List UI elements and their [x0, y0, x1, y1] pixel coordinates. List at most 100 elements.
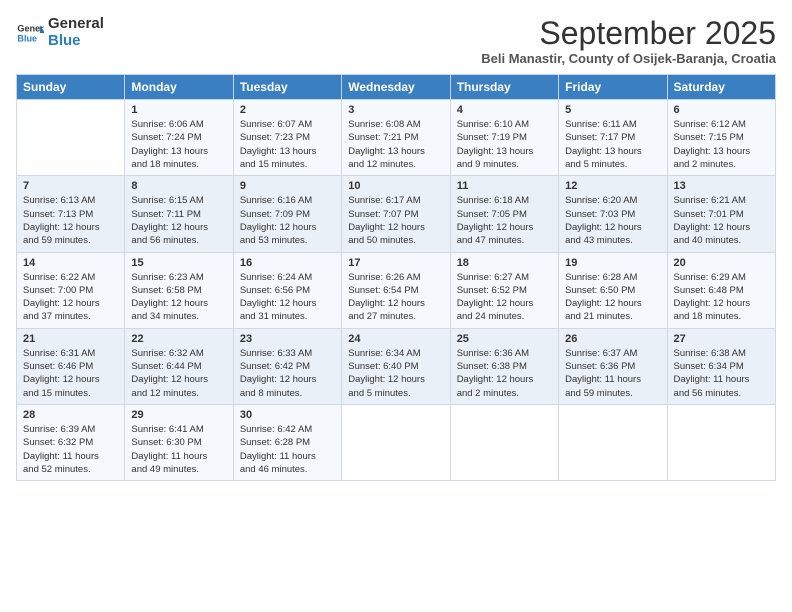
cell-info: Sunrise: 6:31 AMSunset: 6:46 PMDaylight:… [23, 347, 118, 400]
cell-info: Sunrise: 6:21 AMSunset: 7:01 PMDaylight:… [674, 194, 769, 247]
day-number: 7 [23, 180, 118, 192]
header: General Blue General Blue September 2025… [16, 16, 776, 66]
day-header-thursday: Thursday [450, 75, 558, 100]
day-number: 24 [348, 333, 443, 345]
day-number: 19 [565, 257, 660, 269]
day-number: 28 [23, 409, 118, 421]
calendar-week-row: 1Sunrise: 6:06 AMSunset: 7:24 PMDaylight… [17, 100, 776, 176]
day-number: 5 [565, 104, 660, 116]
calendar-cell: 6 Sunrise: 6:12 AMSunset: 7:15 PMDaylight… [667, 100, 775, 176]
logo: General Blue General Blue [16, 16, 104, 49]
day-header-sunday: Sunday [17, 75, 125, 100]
day-number: 27 [674, 333, 769, 345]
day-header-friday: Friday [559, 75, 667, 100]
calendar-cell: 12 Sunrise: 6:20 AMSunset: 7:03 PMDayligh… [559, 176, 667, 252]
day-number: 2 [240, 104, 335, 116]
day-number: 18 [457, 257, 552, 269]
calendar-cell: 23 Sunrise: 6:33 AMSunset: 6:42 PMDayligh… [233, 328, 341, 404]
calendar-cell: 17 Sunrise: 6:26 AMSunset: 6:54 PMDayligh… [342, 252, 450, 328]
cell-info: Sunrise: 6:32 AMSunset: 6:44 PMDaylight:… [131, 347, 226, 400]
logo-icon: General Blue [16, 19, 44, 47]
day-number: 21 [23, 333, 118, 345]
calendar-cell: 5Sunrise: 6:11 AMSunset: 7:17 PMDaylight… [559, 100, 667, 176]
calendar-cell: 13 Sunrise: 6:21 AMSunset: 7:01 PMDayligh… [667, 176, 775, 252]
cell-info: Sunrise: 6:08 AMSunset: 7:21 PMDaylight:… [348, 118, 443, 171]
cell-info: Sunrise: 6:33 AMSunset: 6:42 PMDaylight:… [240, 347, 335, 400]
calendar-cell: 2 Sunrise: 6:07 AMSunset: 7:23 PMDaylight… [233, 100, 341, 176]
logo-blue: Blue [48, 33, 104, 50]
day-number: 22 [131, 333, 226, 345]
day-header-tuesday: Tuesday [233, 75, 341, 100]
calendar-cell [342, 404, 450, 480]
day-number: 6 [674, 104, 769, 116]
calendar-cell [17, 100, 125, 176]
calendar-table: SundayMondayTuesdayWednesdayThursdayFrid… [16, 74, 776, 481]
day-number: 10 [348, 180, 443, 192]
cell-info: Sunrise: 6:10 AMSunset: 7:19 PMDaylight:… [457, 118, 552, 171]
calendar-cell: 25Sunrise: 6:36 AMSunset: 6:38 PMDayligh… [450, 328, 558, 404]
calendar-cell: 3 Sunrise: 6:08 AMSunset: 7:21 PMDaylight… [342, 100, 450, 176]
calendar-cell: 30 Sunrise: 6:42 AMSunset: 6:28 PMDayligh… [233, 404, 341, 480]
day-number: 9 [240, 180, 335, 192]
cell-info: Sunrise: 6:27 AMSunset: 6:52 PMDaylight:… [457, 271, 552, 324]
calendar-week-row: 28 Sunrise: 6:39 AMSunset: 6:32 PMDayligh… [17, 404, 776, 480]
calendar-cell: 29Sunrise: 6:41 AMSunset: 6:30 PMDayligh… [125, 404, 233, 480]
day-number: 13 [674, 180, 769, 192]
cell-info: Sunrise: 6:17 AMSunset: 7:07 PMDaylight:… [348, 194, 443, 247]
day-number: 11 [457, 180, 552, 192]
cell-info: Sunrise: 6:38 AMSunset: 6:34 PMDaylight:… [674, 347, 769, 400]
calendar-cell: 21 Sunrise: 6:31 AMSunset: 6:46 PMDayligh… [17, 328, 125, 404]
cell-info: Sunrise: 6:12 AMSunset: 7:15 PMDaylight:… [674, 118, 769, 171]
calendar-cell: 10 Sunrise: 6:17 AMSunset: 7:07 PMDayligh… [342, 176, 450, 252]
cell-info: Sunrise: 6:39 AMSunset: 6:32 PMDaylight:… [23, 423, 118, 476]
cell-info: Sunrise: 6:37 AMSunset: 6:36 PMDaylight:… [565, 347, 660, 400]
day-number: 17 [348, 257, 443, 269]
calendar-cell: 26 Sunrise: 6:37 AMSunset: 6:36 PMDayligh… [559, 328, 667, 404]
day-number: 30 [240, 409, 335, 421]
calendar-cell: 11 Sunrise: 6:18 AMSunset: 7:05 PMDayligh… [450, 176, 558, 252]
calendar-cell: 8Sunrise: 6:15 AMSunset: 7:11 PMDaylight… [125, 176, 233, 252]
cell-info: Sunrise: 6:42 AMSunset: 6:28 PMDaylight:… [240, 423, 335, 476]
day-number: 26 [565, 333, 660, 345]
day-header-wednesday: Wednesday [342, 75, 450, 100]
day-number: 25 [457, 333, 552, 345]
title-area: September 2025 Beli Manastir, County of … [481, 16, 776, 66]
cell-info: Sunrise: 6:23 AMSunset: 6:58 PMDaylight:… [131, 271, 226, 324]
calendar-cell: 1Sunrise: 6:06 AMSunset: 7:24 PMDaylight… [125, 100, 233, 176]
day-number: 3 [348, 104, 443, 116]
day-number: 15 [131, 257, 226, 269]
calendar-cell [450, 404, 558, 480]
calendar-cell: 16 Sunrise: 6:24 AMSunset: 6:56 PMDayligh… [233, 252, 341, 328]
cell-info: Sunrise: 6:24 AMSunset: 6:56 PMDaylight:… [240, 271, 335, 324]
calendar-cell: 19 Sunrise: 6:28 AMSunset: 6:50 PMDayligh… [559, 252, 667, 328]
day-number: 16 [240, 257, 335, 269]
day-number: 23 [240, 333, 335, 345]
cell-info: Sunrise: 6:06 AMSunset: 7:24 PMDaylight:… [131, 118, 226, 171]
calendar-cell: 28 Sunrise: 6:39 AMSunset: 6:32 PMDayligh… [17, 404, 125, 480]
cell-info: Sunrise: 6:16 AMSunset: 7:09 PMDaylight:… [240, 194, 335, 247]
calendar-cell: 15 Sunrise: 6:23 AMSunset: 6:58 PMDayligh… [125, 252, 233, 328]
day-number: 4 [457, 104, 552, 116]
cell-info: Sunrise: 6:29 AMSunset: 6:48 PMDaylight:… [674, 271, 769, 324]
cell-info: Sunrise: 6:18 AMSunset: 7:05 PMDaylight:… [457, 194, 552, 247]
day-number: 14 [23, 257, 118, 269]
calendar-week-row: 21 Sunrise: 6:31 AMSunset: 6:46 PMDayligh… [17, 328, 776, 404]
cell-info: Sunrise: 6:13 AMSunset: 7:13 PMDaylight:… [23, 194, 118, 247]
calendar-cell [667, 404, 775, 480]
calendar-cell: 22 Sunrise: 6:32 AMSunset: 6:44 PMDayligh… [125, 328, 233, 404]
cell-info: Sunrise: 6:15 AMSunset: 7:11 PMDaylight:… [131, 194, 226, 247]
cell-info: Sunrise: 6:07 AMSunset: 7:23 PMDaylight:… [240, 118, 335, 171]
day-number: 12 [565, 180, 660, 192]
location-title: Beli Manastir, County of Osijek-Baranja,… [481, 51, 776, 66]
cell-info: Sunrise: 6:20 AMSunset: 7:03 PMDaylight:… [565, 194, 660, 247]
calendar-cell: 9 Sunrise: 6:16 AMSunset: 7:09 PMDaylight… [233, 176, 341, 252]
month-title: September 2025 [481, 16, 776, 51]
logo-general: General [48, 16, 104, 33]
calendar-body: 1Sunrise: 6:06 AMSunset: 7:24 PMDaylight… [17, 100, 776, 481]
calendar-cell: 24Sunrise: 6:34 AMSunset: 6:40 PMDayligh… [342, 328, 450, 404]
cell-info: Sunrise: 6:28 AMSunset: 6:50 PMDaylight:… [565, 271, 660, 324]
day-header-monday: Monday [125, 75, 233, 100]
calendar-week-row: 14Sunrise: 6:22 AMSunset: 7:00 PMDayligh… [17, 252, 776, 328]
day-number: 29 [131, 409, 226, 421]
cell-info: Sunrise: 6:26 AMSunset: 6:54 PMDaylight:… [348, 271, 443, 324]
